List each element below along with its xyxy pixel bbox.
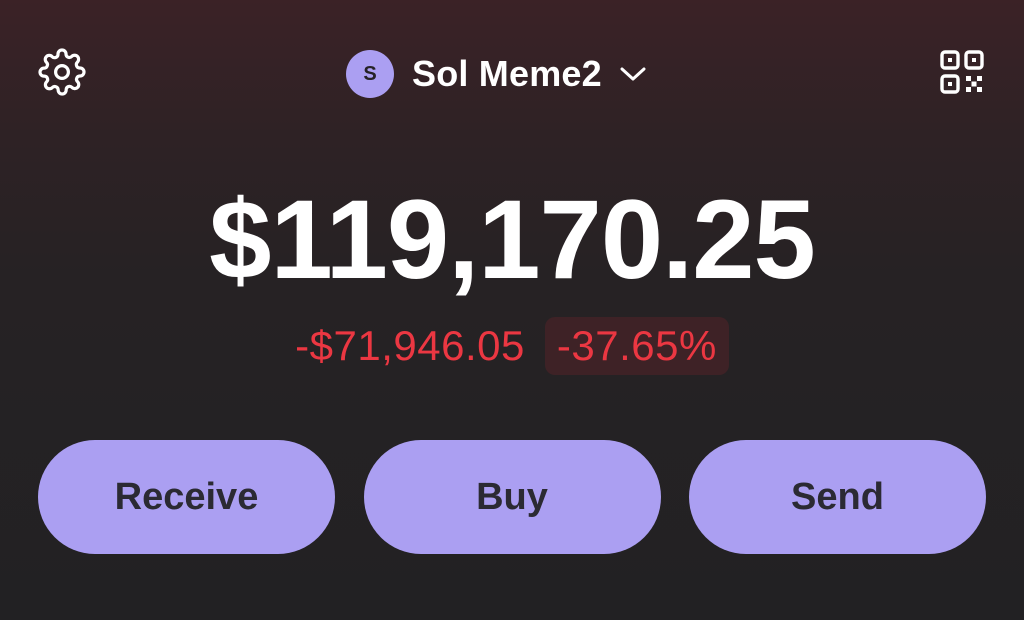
avatar: S — [346, 50, 394, 98]
buy-button[interactable]: Buy — [363, 440, 661, 554]
qr-code-button[interactable] — [932, 44, 992, 104]
qr-code-icon — [939, 49, 985, 100]
header: S Sol Meme2 — [0, 0, 1024, 150]
settings-button[interactable] — [32, 44, 92, 104]
send-button[interactable]: Send — [689, 440, 986, 554]
portfolio-balance: $119,170.25 — [209, 177, 816, 302]
action-buttons: Receive Buy Send — [38, 440, 986, 554]
change-percent-badge: -37.65% — [544, 317, 729, 375]
receive-button[interactable]: Receive — [38, 440, 335, 554]
balance-change-row: -$71,946.05 -37.65% — [0, 316, 1024, 376]
gear-icon — [38, 47, 86, 101]
chevron-down-icon — [618, 64, 648, 84]
account-switcher[interactable]: S Sol Meme2 — [346, 50, 648, 98]
account-name: Sol Meme2 — [412, 53, 602, 94]
change-value: -$71,946.05 — [295, 322, 525, 369]
